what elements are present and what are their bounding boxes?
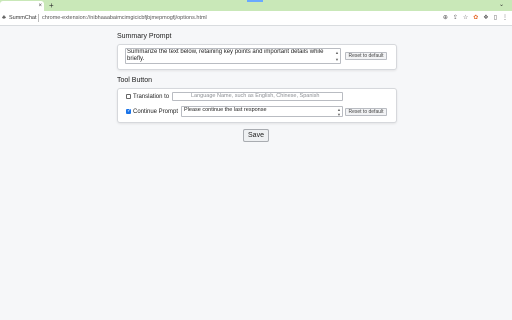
summary-prompt-card: Summarize the text below, retaining key …	[117, 44, 397, 70]
close-tab-icon[interactable]: ×	[38, 1, 42, 11]
tab-search-chevron-icon[interactable]: ⌄	[499, 0, 504, 11]
zoom-icon[interactable]: ⊕	[443, 11, 448, 25]
continue-prompt-text: Please continue the last response	[184, 107, 267, 113]
star-icon[interactable]: ☆	[463, 11, 468, 25]
continue-prompt-label: Continue Prompt	[133, 109, 179, 115]
url-text[interactable]: chrome-extension://nibhaaabaimcimgicicbf…	[42, 11, 207, 25]
summary-prompt-heading: Summary Prompt	[117, 33, 172, 40]
tab-drag-handle[interactable]	[247, 0, 263, 2]
tab-strip: × + ⌄	[0, 0, 512, 11]
browser-toolbar: ⊕ ⇪ ☆ ✿ ❖ ▯ ⋮	[443, 11, 508, 25]
puzzle-icon[interactable]: ❖	[483, 11, 488, 25]
continue-reset-button[interactable]: Reset to default	[345, 108, 387, 116]
save-button[interactable]: Save	[243, 129, 269, 142]
extension-icon[interactable]: ✿	[473, 11, 478, 25]
tool-button-card: Translation to Language Name, such as En…	[117, 88, 397, 123]
summary-prompt-textarea[interactable]: Summarize the text below, retaining key …	[125, 48, 341, 64]
translation-label: Translation to	[133, 94, 170, 100]
site-info-icon[interactable]: ♣	[2, 14, 6, 22]
active-tab[interactable]: ×	[0, 1, 44, 11]
continue-prompt-checkbox[interactable]	[126, 108, 131, 115]
tool-button-heading: Tool Button	[117, 77, 153, 84]
continue-prompt-input[interactable]: Please continue the last response ▲ ▼	[181, 106, 343, 117]
menu-icon[interactable]: ⋮	[502, 11, 508, 25]
textarea-scroll-arrows-icon[interactable]: ▲ ▼	[335, 49, 339, 63]
share-icon[interactable]: ⇪	[453, 11, 458, 25]
translation-language-input[interactable]: Language Name, such as English, Chinese,…	[172, 92, 343, 101]
summary-prompt-text: Summarize the text below, retaining key …	[127, 49, 324, 62]
sidebar-icon[interactable]: ▯	[494, 11, 497, 25]
site-name[interactable]: SummChat	[9, 11, 37, 25]
input-scroll-arrows-icon[interactable]: ▲ ▼	[337, 107, 341, 116]
new-tab-button[interactable]: +	[49, 0, 54, 11]
summary-reset-button[interactable]: Reset to default	[345, 52, 387, 60]
translation-checkbox[interactable]	[126, 94, 131, 99]
address-separator	[38, 14, 39, 22]
address-bar: ♣ SummChat chrome-extension://nibhaaabai…	[0, 11, 512, 26]
